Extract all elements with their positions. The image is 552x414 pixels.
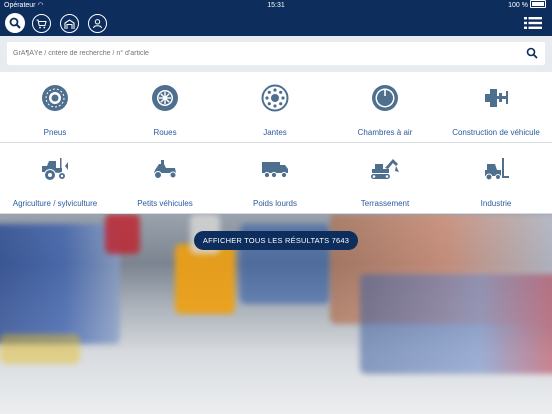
rim-icon — [261, 84, 289, 112]
status-bar: Opérateur ◠ 15:31 100 % — [0, 0, 552, 11]
category-label: Poids lourds — [252, 199, 298, 208]
vehicle-construction-icon — [485, 89, 508, 107]
search-input[interactable] — [7, 42, 509, 65]
tractor-icon — [42, 158, 68, 181]
clock: 15:31 — [267, 2, 285, 9]
category-tile-chambres-a-air[interactable]: Chambres à air — [330, 72, 441, 143]
category-label: Terrassement — [360, 199, 410, 208]
top-navigation-bar — [0, 11, 552, 36]
search-tab-button[interactable] — [5, 13, 25, 33]
battery-status: 100 % — [508, 0, 546, 11]
category-tile-construction-de-vehicule[interactable]: Construction de véhicule — [440, 72, 552, 143]
truck-icon — [262, 162, 288, 179]
category-label: Pneus — [43, 128, 67, 137]
excavator-icon — [371, 159, 399, 179]
garage-icon — [64, 18, 75, 29]
category-label: Jantes — [263, 128, 287, 137]
category-tile-roues[interactable]: Roues — [110, 72, 221, 143]
user-icon — [93, 19, 102, 29]
account-button[interactable] — [88, 14, 107, 33]
category-tile-terrassement[interactable]: Terrassement — [330, 143, 441, 214]
category-tile-poids-lourds[interactable]: Poids lourds — [220, 143, 331, 214]
lawnmower-icon — [154, 160, 177, 179]
category-tile-agriculture[interactable]: Agriculture / sylviculture — [0, 143, 111, 214]
category-label: Industrie — [480, 199, 512, 208]
category-grid: Pneus Roues Jantes Chambres à air Constr… — [0, 72, 552, 214]
battery-icon — [530, 0, 546, 8]
show-all-results-button[interactable]: AFFICHER TOUS LES RÉSULTATS 7643 — [194, 231, 358, 250]
garage-button[interactable] — [60, 14, 79, 33]
cart-icon — [36, 19, 47, 28]
category-label: Construction de véhicule — [452, 128, 540, 137]
category-label: Agriculture / sylviculture — [12, 199, 98, 208]
category-label: Roues — [153, 128, 177, 137]
category-tile-petits-vehicules[interactable]: Petits véhicules — [110, 143, 221, 214]
forklift-icon — [485, 158, 509, 181]
category-tile-jantes[interactable]: Jantes — [220, 72, 331, 143]
menu-icon[interactable] — [524, 16, 542, 30]
category-tile-industrie[interactable]: Industrie — [440, 143, 552, 214]
cart-button[interactable] — [32, 14, 51, 33]
search-box — [7, 42, 545, 65]
category-label: Chambres à air — [357, 128, 413, 137]
search-area — [0, 36, 552, 72]
category-label: Petits véhicules — [137, 199, 193, 208]
inner-tube-icon — [372, 85, 398, 111]
tire-icon — [42, 85, 68, 111]
category-tile-pneus[interactable]: Pneus — [0, 72, 111, 143]
wheel-icon — [152, 85, 178, 111]
search-submit-icon[interactable] — [526, 47, 538, 59]
search-icon — [9, 17, 21, 29]
